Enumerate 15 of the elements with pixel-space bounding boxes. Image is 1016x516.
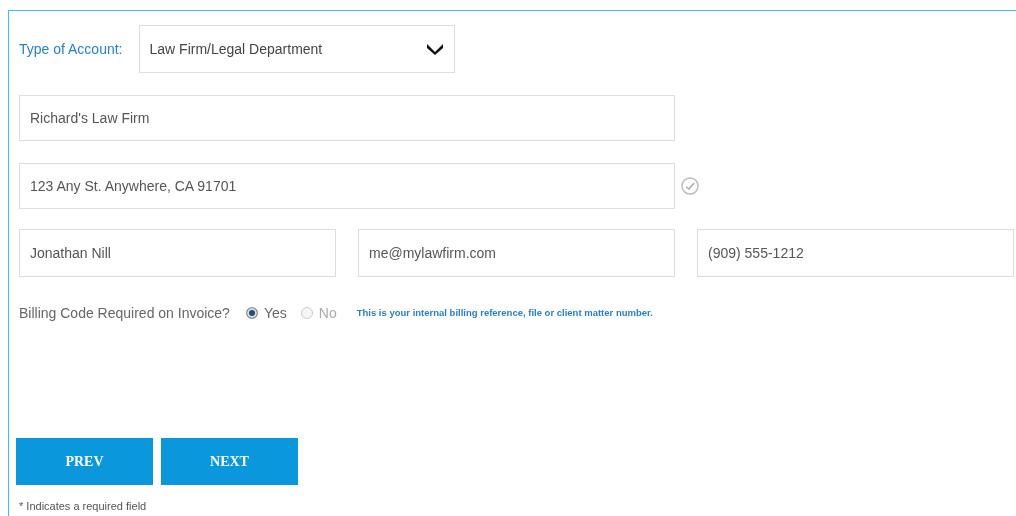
- chevron-down-icon: [425, 42, 444, 56]
- question-label: Billing Code Required on Invoice?: [19, 303, 230, 323]
- radio-button[interactable]: [245, 307, 258, 319]
- radio-button[interactable]: [300, 307, 313, 319]
- input-field[interactable]: me@mylawfirm.com: [358, 229, 675, 277]
- input-field[interactable]: Jonathan Nill: [19, 229, 336, 277]
- input-field[interactable]: 123 Any St. Anywhere, CA 91701: [19, 163, 675, 209]
- footnote: * Indicates a required field: [19, 499, 148, 513]
- hint-text: This is your internal billing reference, file or client matter number.: [356, 305, 653, 320]
- input-field[interactable]: (909) 555-1212: [697, 229, 1014, 277]
- field-label: Type of Account:: [19, 39, 123, 59]
- radio-label[interactable]: Yes: [263, 302, 287, 324]
- input-field[interactable]: Richard's Law Firm: [19, 95, 675, 141]
- account-type-select[interactable]: Law Firm/Legal Department: [138, 25, 455, 73]
- check-circle-icon: [681, 177, 699, 195]
